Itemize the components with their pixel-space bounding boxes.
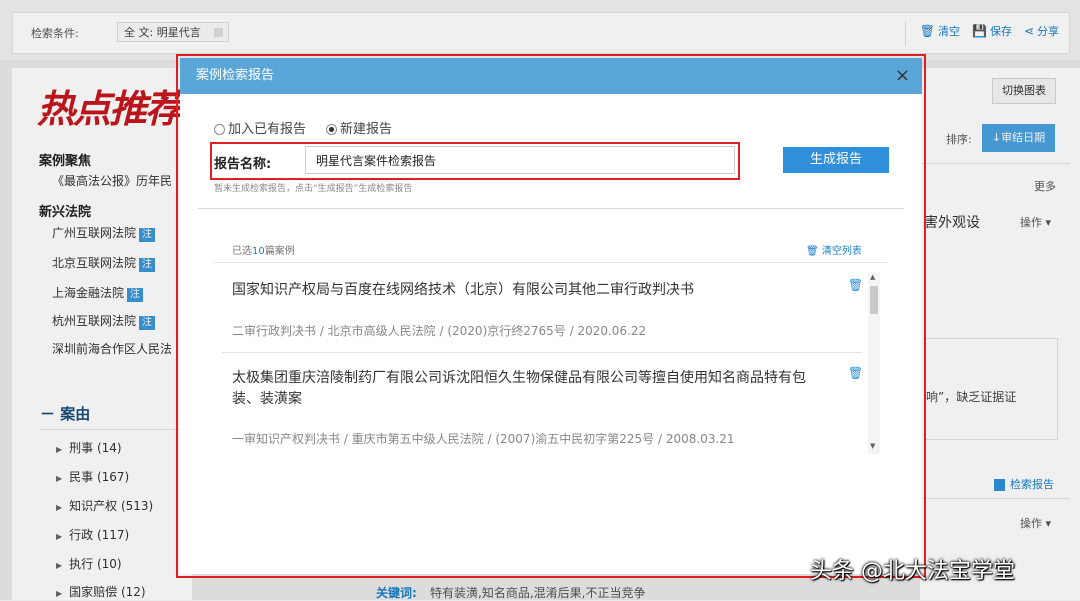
result-snippet: 害外观设 bbox=[924, 215, 980, 231]
expand-icon: ▶ bbox=[56, 503, 63, 512]
dialog-highlight-frame bbox=[176, 54, 926, 578]
sort-label: 排序: bbox=[946, 133, 972, 146]
expand-icon: ▶ bbox=[56, 561, 63, 570]
keyword-value: 特有装潢,知名商品,混淆后果,不正当竞争 bbox=[430, 586, 646, 600]
expand-icon: ▶ bbox=[56, 532, 63, 541]
expand-icon: ▶ bbox=[56, 445, 63, 454]
divider bbox=[905, 21, 906, 45]
divider bbox=[920, 163, 1070, 164]
court-badge: 注 bbox=[127, 288, 144, 302]
result-snippet: 响”，缺乏证据证 bbox=[926, 390, 1017, 404]
expand-icon: ▶ bbox=[56, 589, 63, 598]
category-item[interactable]: ▶ 执行 (10) bbox=[56, 555, 122, 572]
trash-icon: 🗑 bbox=[919, 24, 935, 38]
expand-icon: ▶ bbox=[56, 474, 63, 483]
hot-recommend-logo: 热点推荐 bbox=[37, 86, 183, 131]
operate-dropdown[interactable]: 操作 ▾ bbox=[1020, 214, 1051, 230]
remove-condition-icon[interactable] bbox=[214, 28, 223, 37]
sort-dropdown[interactable]: ↓审结日期 bbox=[982, 124, 1055, 152]
condition-chip[interactable]: 全 文: 明星代言 bbox=[117, 22, 229, 42]
category-item[interactable]: ▶ 刑事 (14) bbox=[56, 439, 122, 456]
top-actions: 🗑 清空 💾 保存 ⋖ 分享 bbox=[920, 23, 1059, 39]
focus-title: 案例聚焦 bbox=[39, 154, 92, 169]
share-button[interactable]: ⋖ 分享 bbox=[1024, 23, 1059, 39]
search-condition-bar: 检索条件: 全 文: 明星代言 🗑 清空 💾 保存 ⋖ 分享 bbox=[0, 0, 1080, 60]
court-badge: 注 bbox=[139, 228, 156, 242]
focus-item[interactable]: 《最高法公报》历年民 bbox=[52, 172, 172, 189]
court-item[interactable]: 杭州互联网法院注 bbox=[52, 312, 156, 330]
report-icon bbox=[994, 479, 1005, 491]
court-badge: 注 bbox=[139, 316, 156, 330]
category-item[interactable]: ▶ 行政 (117) bbox=[56, 526, 129, 543]
case-category-title: － 案由 bbox=[40, 405, 91, 423]
clear-button[interactable]: 🗑 清空 bbox=[920, 23, 960, 39]
divider bbox=[920, 498, 1070, 499]
court-item[interactable]: 北京互联网法院注 bbox=[52, 254, 156, 272]
more-link[interactable]: 更多 bbox=[1034, 178, 1056, 194]
search-condition-panel: 检索条件: 全 文: 明星代言 🗑 清空 💾 保存 ⋖ 分享 bbox=[12, 12, 1070, 54]
operate-dropdown[interactable]: 操作 ▾ bbox=[1020, 515, 1051, 531]
report-name-highlight-frame bbox=[210, 142, 740, 180]
category-item[interactable]: ▶ 知识产权 (513) bbox=[56, 497, 153, 514]
court-badge: 注 bbox=[139, 258, 156, 272]
keyword-label: 关键词: bbox=[376, 586, 417, 600]
court-item[interactable]: 广州互联网法院注 bbox=[52, 224, 156, 242]
category-item[interactable]: ▶ 国家赔偿 (12) bbox=[56, 583, 146, 600]
save-icon: 💾 bbox=[971, 24, 987, 38]
right-results-panel: 切换图表 排序: ↓审结日期 更多 害外观设 操作 ▾ 响”，缺乏证据证 检索报… bbox=[920, 68, 1080, 600]
category-item[interactable]: ▶ 民事 (167) bbox=[56, 468, 129, 485]
divider bbox=[40, 429, 190, 430]
retrieval-report-link[interactable]: 检索报告 bbox=[994, 476, 1054, 492]
court-title: 新兴法院 bbox=[39, 205, 92, 220]
toggle-chart-button[interactable]: 切换图表 bbox=[992, 78, 1056, 104]
save-button[interactable]: 💾 保存 bbox=[972, 23, 1012, 39]
case-category-panel: － 案由 ▶ 刑事 (14) ▶ 民事 (167) ▶ 知识产权 (513) ▶ 行政 … bbox=[12, 375, 192, 600]
condition-label: 检索条件: bbox=[31, 27, 79, 40]
condition-chip-text: 全 文: 明星代言 bbox=[124, 26, 201, 39]
share-icon: ⋖ bbox=[1023, 24, 1034, 38]
watermark: 头条 @北大法宝学堂 bbox=[810, 559, 1015, 584]
court-item[interactable]: 深圳前海合作区人民法 bbox=[52, 340, 172, 357]
court-item[interactable]: 上海金融法院注 bbox=[52, 284, 144, 302]
